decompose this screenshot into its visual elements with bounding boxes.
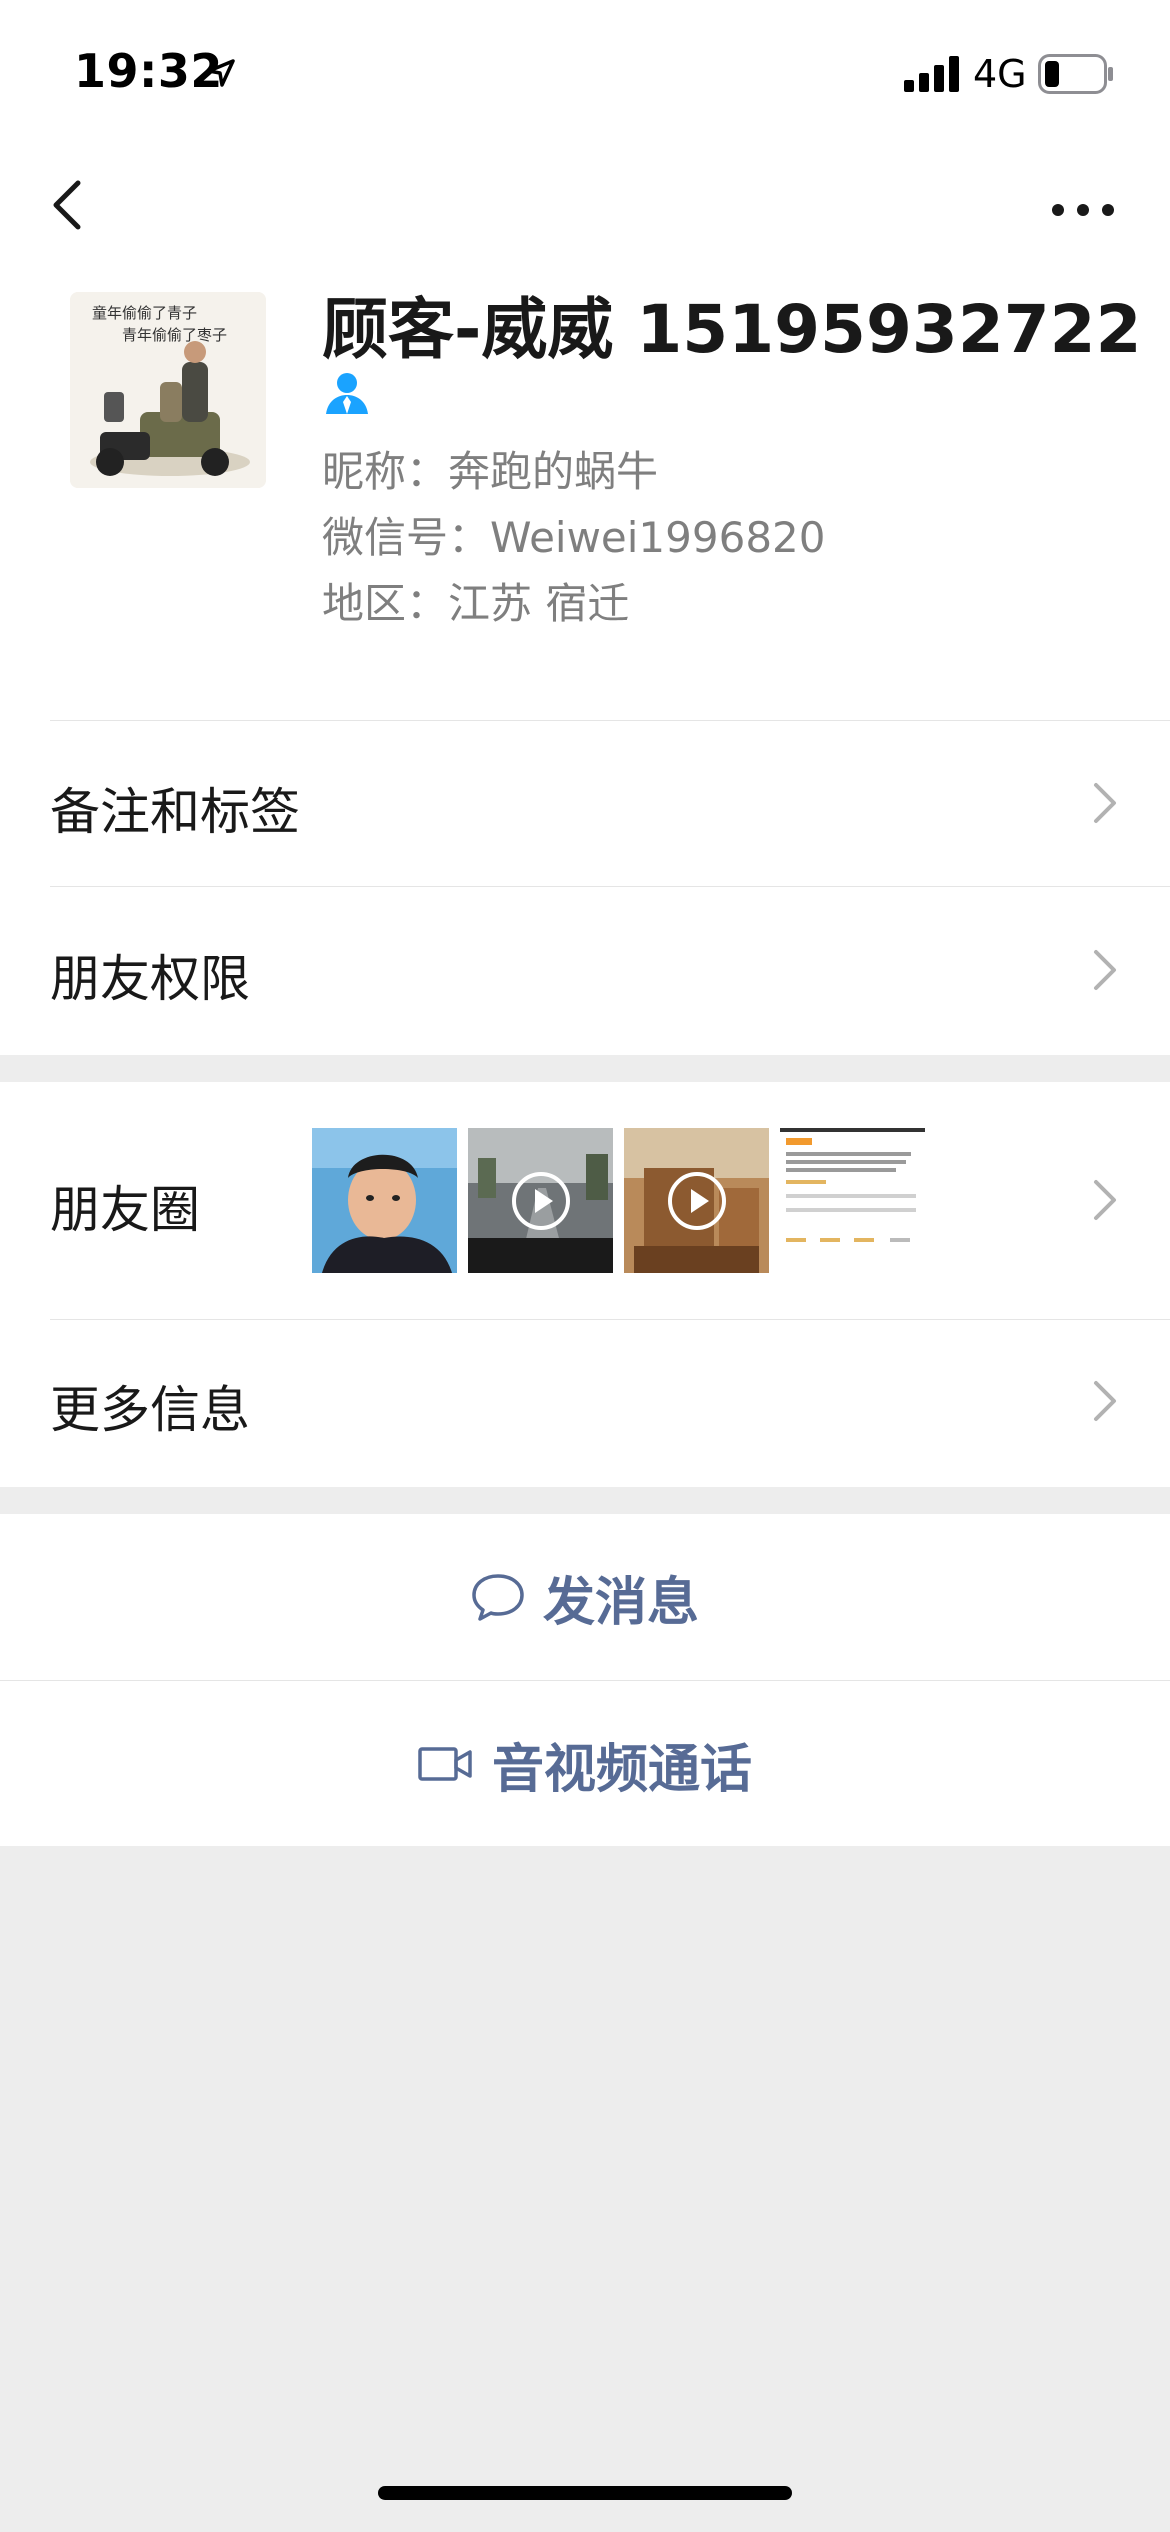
avatar[interactable]: 童年偷偷了青子 青年偷偷了枣子 xyxy=(70,292,266,488)
row-remarks-tags[interactable]: 备注和标签 xyxy=(0,720,1170,886)
actions-section: 发消息 音视频通话 xyxy=(0,1514,1170,1846)
location-arrow-icon xyxy=(207,59,235,87)
network-type: 4G xyxy=(973,52,1027,96)
profile-header: 童年偷偷了青子 青年偷偷了枣子 顾客-威威 15195932722 昵称：奔跑的… xyxy=(0,270,1170,720)
moments-thumbnail xyxy=(780,1128,925,1273)
avatar-caption-1: 童年偷偷了青子 xyxy=(92,304,197,322)
chevron-right-icon xyxy=(1094,1180,1116,1220)
moments-thumbnail xyxy=(312,1128,457,1273)
row-label: 更多信息 xyxy=(50,1381,250,1439)
moments-section: 朋友圈 更多信息 xyxy=(0,1082,1170,1487)
row-moments[interactable]: 朋友圈 xyxy=(0,1082,1170,1319)
ellipsis-icon[interactable] xyxy=(1048,195,1118,225)
play-icon[interactable] xyxy=(667,1171,727,1231)
status-bar: 19:32 4G xyxy=(0,0,1170,140)
cellular-signal-icon xyxy=(904,56,959,92)
moments-thumbnail xyxy=(624,1128,769,1273)
home-indicator[interactable] xyxy=(378,2486,792,2500)
settings-section: 备注和标签 朋友权限 xyxy=(0,720,1170,1055)
nickname-text: 昵称：奔跑的蜗牛 xyxy=(322,447,659,496)
region-text: 地区：江苏 宿迁 xyxy=(322,579,630,628)
battery-icon xyxy=(1038,54,1113,94)
row-label: 备注和标签 xyxy=(50,783,300,841)
av-call-label: 音视频通话 xyxy=(491,1739,752,1800)
person-icon xyxy=(326,373,368,414)
contact-display-name: 顾客-威威 15195932722 xyxy=(322,291,1142,368)
chevron-left-icon[interactable] xyxy=(40,175,100,235)
av-call-button[interactable]: 音视频通话 xyxy=(0,1681,1170,1847)
screenshot-thumbnail xyxy=(780,1128,925,1273)
send-message-button[interactable]: 发消息 xyxy=(0,1514,1170,1680)
status-time: 19:32 xyxy=(74,44,223,98)
avatar-caption-2: 青年偷偷了枣子 xyxy=(122,326,227,344)
play-icon[interactable] xyxy=(511,1171,571,1231)
video-camera-icon xyxy=(418,1747,472,1781)
chat-bubble-icon xyxy=(472,1574,524,1621)
chevron-right-icon xyxy=(1094,950,1116,990)
wechat-id-text: 微信号：Weiwei1996820 xyxy=(322,513,826,562)
avatar-image: 童年偷偷了青子 青年偷偷了枣子 xyxy=(70,292,266,488)
chevron-right-icon xyxy=(1094,783,1116,823)
send-message-label: 发消息 xyxy=(542,1572,699,1633)
chevron-right-icon xyxy=(1094,1381,1116,1421)
row-label: 朋友圈 xyxy=(50,1181,200,1239)
navigation-bar xyxy=(0,140,1170,270)
moments-thumbnail xyxy=(468,1128,613,1273)
photo-thumbnail xyxy=(312,1128,457,1273)
row-label: 朋友权限 xyxy=(50,950,250,1008)
row-more-info[interactable]: 更多信息 xyxy=(0,1320,1170,1487)
row-friend-permissions[interactable]: 朋友权限 xyxy=(0,887,1170,1055)
